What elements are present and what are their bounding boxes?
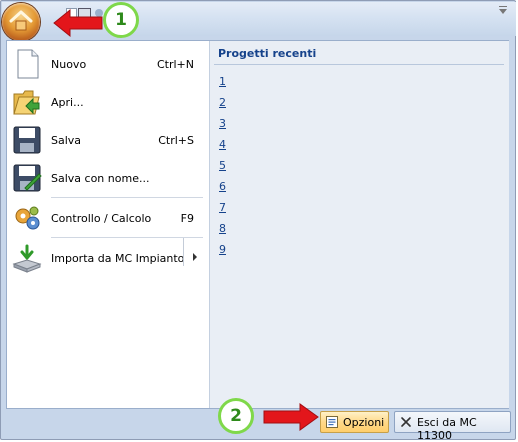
- options-icon: [326, 416, 338, 428]
- application-menu: Nuovo Ctrl+N Apri... Salva Ctrl+S Salva …: [6, 40, 509, 409]
- menu-item-shortcut: Ctrl+S: [158, 134, 194, 147]
- submenu-divider: [183, 238, 184, 266]
- menu-item-shortcut: Ctrl+N: [156, 58, 194, 71]
- menu-item-open[interactable]: Apri...: [7, 83, 206, 121]
- annotation-callout-1: 1: [103, 2, 139, 38]
- recent-project-item[interactable]: 9: [219, 243, 239, 259]
- exit-button-label: Esci da MC 11300: [417, 416, 477, 442]
- menu-item-shortcut: F9: [180, 212, 194, 225]
- menu-item-label: Importa da MC Impianto: [51, 252, 185, 265]
- recent-project-item[interactable]: 5: [219, 159, 239, 175]
- new-document-icon: [17, 49, 39, 79]
- menu-item-label: Controllo / Calcolo: [51, 212, 152, 225]
- quick-access-customize-icon[interactable]: [499, 9, 507, 14]
- recent-project-item[interactable]: 6: [219, 180, 239, 196]
- menu-item-new[interactable]: Nuovo Ctrl+N: [7, 45, 206, 83]
- recent-project-item[interactable]: 8: [219, 222, 239, 238]
- quick-access-customize-line: [499, 6, 507, 7]
- menu-item-label: Nuovo: [51, 58, 87, 71]
- recent-projects-panel: Progetti recenti 1 2 3 4 5 6 7 8 9: [209, 41, 509, 408]
- recent-project-item[interactable]: 2: [219, 96, 239, 112]
- app-orb-button[interactable]: [2, 3, 40, 41]
- recent-projects-title: Progetti recenti: [218, 47, 317, 60]
- menu-item-save-as[interactable]: Salva con nome...: [7, 159, 206, 197]
- options-button-label: Opzioni: [343, 416, 385, 429]
- annotation-arrow-2: [263, 403, 319, 431]
- recent-project-item[interactable]: 4: [219, 138, 239, 154]
- menu-commands: Nuovo Ctrl+N Apri... Salva Ctrl+S Salva …: [7, 41, 207, 408]
- exit-button[interactable]: Esci da MC 11300: [394, 411, 511, 442]
- recent-project-item[interactable]: 1: [219, 75, 239, 91]
- save-floppy-icon: [13, 126, 41, 154]
- menu-separator: [51, 237, 203, 238]
- menu-item-save[interactable]: Salva Ctrl+S: [7, 121, 206, 159]
- close-icon: [401, 417, 411, 427]
- import-icon: [12, 244, 42, 273]
- house-icon: [9, 10, 33, 31]
- open-folder-icon: [13, 90, 40, 115]
- menu-item-import[interactable]: Importa da MC Impianto: [7, 239, 206, 277]
- recent-projects-divider: [214, 64, 504, 65]
- menu-item-check-calc[interactable]: Controllo / Calcolo F9: [7, 199, 206, 237]
- menu-item-label: Salva con nome...: [51, 172, 150, 185]
- annotation-callout-2: 2: [218, 398, 254, 434]
- submenu-arrow-icon[interactable]: [193, 253, 197, 261]
- recent-project-item[interactable]: 3: [219, 117, 239, 133]
- options-button[interactable]: Opzioni: [320, 411, 389, 433]
- recent-project-item[interactable]: 7: [219, 201, 239, 217]
- annotation-arrow-1: [53, 8, 103, 38]
- menu-item-label: Apri...: [51, 96, 84, 109]
- menu-item-label: Salva: [51, 134, 82, 147]
- gears-icon: [15, 206, 40, 230]
- save-as-icon: [13, 164, 42, 192]
- menu-separator: [51, 197, 203, 198]
